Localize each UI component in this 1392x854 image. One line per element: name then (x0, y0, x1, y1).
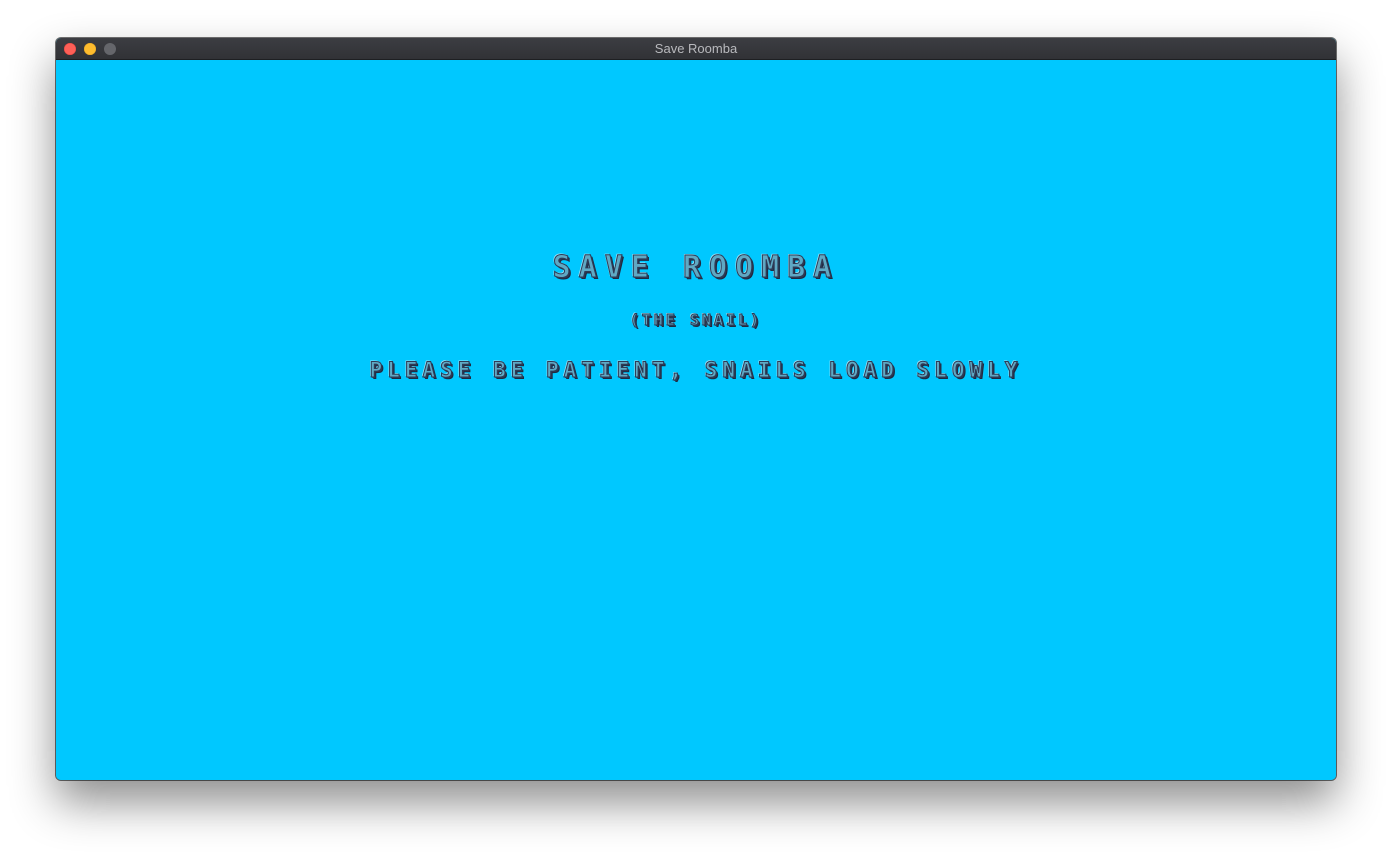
game-subtitle: (the snail) (629, 311, 763, 330)
loading-message: Please be patient, snails load slowly (369, 358, 1023, 383)
desktop: Save Roomba Save Roomba (the snail) Plea… (0, 0, 1392, 854)
window-titlebar[interactable]: Save Roomba (56, 38, 1336, 60)
game-canvas[interactable]: Save Roomba (the snail) Please be patien… (56, 60, 1336, 780)
game-window: Save Roomba Save Roomba (the snail) Plea… (56, 38, 1336, 780)
window-title: Save Roomba (654, 41, 738, 56)
game-title: Save Roomba (552, 250, 840, 286)
